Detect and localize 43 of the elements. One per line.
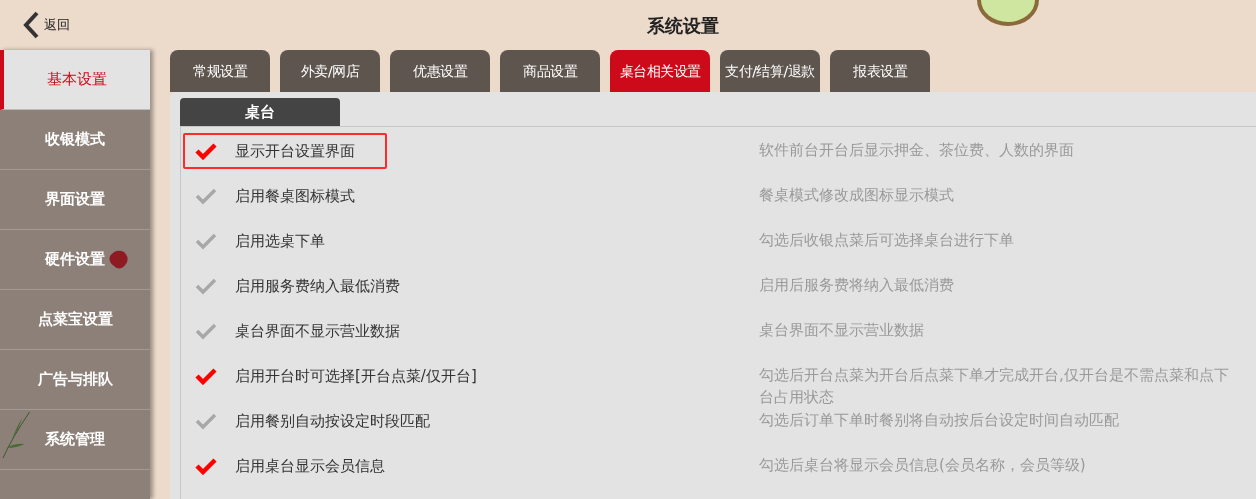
option-label: 启用餐别自动按设定时段匹配 — [235, 410, 430, 432]
option-description: 桌台界面不显示营业数据 — [759, 320, 924, 341]
sidebar-item[interactable]: 收银模式 — [0, 110, 150, 170]
option-label: 显示开台设置界面 — [235, 140, 355, 162]
chevron-left-icon — [22, 11, 40, 39]
option-label: 桌台界面不显示营业数据 — [235, 320, 400, 342]
sidebar-item[interactable]: 点菜宝设置 — [0, 290, 150, 350]
checkmark-icon[interactable] — [195, 322, 217, 340]
checkmark-icon[interactable] — [195, 457, 217, 475]
option-label: 启用餐桌图标模式 — [235, 185, 355, 207]
checkmark-icon[interactable] — [195, 187, 217, 205]
tab[interactable]: 报表设置 — [830, 50, 930, 92]
option-description: 勾选后收银点菜后可选择桌台进行下单 — [759, 230, 1014, 251]
option-description: 勾选后开台点菜为开台后点菜下单才完成开台,仅开台是不需点菜和点下 台占用状态 — [759, 365, 1229, 408]
tab[interactable]: 桌台相关设置 — [610, 50, 710, 92]
page-title: 系统设置 — [646, 13, 720, 38]
sidebar-item[interactable]: 硬件设置 — [0, 230, 150, 290]
sidebar-item[interactable]: 基本设置 — [0, 50, 150, 110]
checkmark-icon[interactable] — [195, 142, 217, 160]
sidebar-item[interactable]: 系统管理 — [0, 410, 150, 470]
option-label: 启用开台时可选择[开台点菜/仅开台] — [235, 365, 477, 387]
tab[interactable]: 商品设置 — [500, 50, 600, 92]
tab[interactable]: 优惠设置 — [390, 50, 490, 92]
option-label: 启用选桌下单 — [235, 230, 325, 252]
checkmark-icon[interactable] — [195, 412, 217, 430]
cucumber-slice-drawing — [975, 0, 1041, 26]
option-label: 启用服务费纳入最低消费 — [235, 275, 400, 297]
option-description: 启用后服务费将纳入最低消费 — [759, 275, 954, 296]
section-header: 桌台 — [180, 98, 340, 126]
option-description: 软件前台开台后显示押金、茶位费、人数的界面 — [759, 140, 1074, 161]
checkmark-icon[interactable] — [195, 277, 217, 295]
option-description: 勾选后桌台将显示会员信息(会员名称，会员等级) — [759, 455, 1086, 476]
sidebar-item[interactable]: 界面设置 — [0, 170, 150, 230]
tab[interactable]: 常规设置 — [170, 50, 270, 92]
checkmark-icon[interactable] — [195, 367, 217, 385]
tab[interactable]: 外卖/网店 — [280, 50, 380, 92]
option-label: 启用桌台显示会员信息 — [235, 455, 385, 477]
option-description: 餐桌模式修改成图标显示模式 — [759, 185, 954, 206]
checkmark-icon[interactable] — [195, 232, 217, 250]
sidebar-item[interactable]: 广告与排队 — [0, 350, 150, 410]
tab[interactable]: 支付/结算/退款 — [720, 50, 820, 92]
option-description: 勾选后订单下单时餐别将自动按后台设定时间自动匹配 — [759, 410, 1119, 431]
back-button[interactable]: 返回 — [22, 11, 70, 39]
